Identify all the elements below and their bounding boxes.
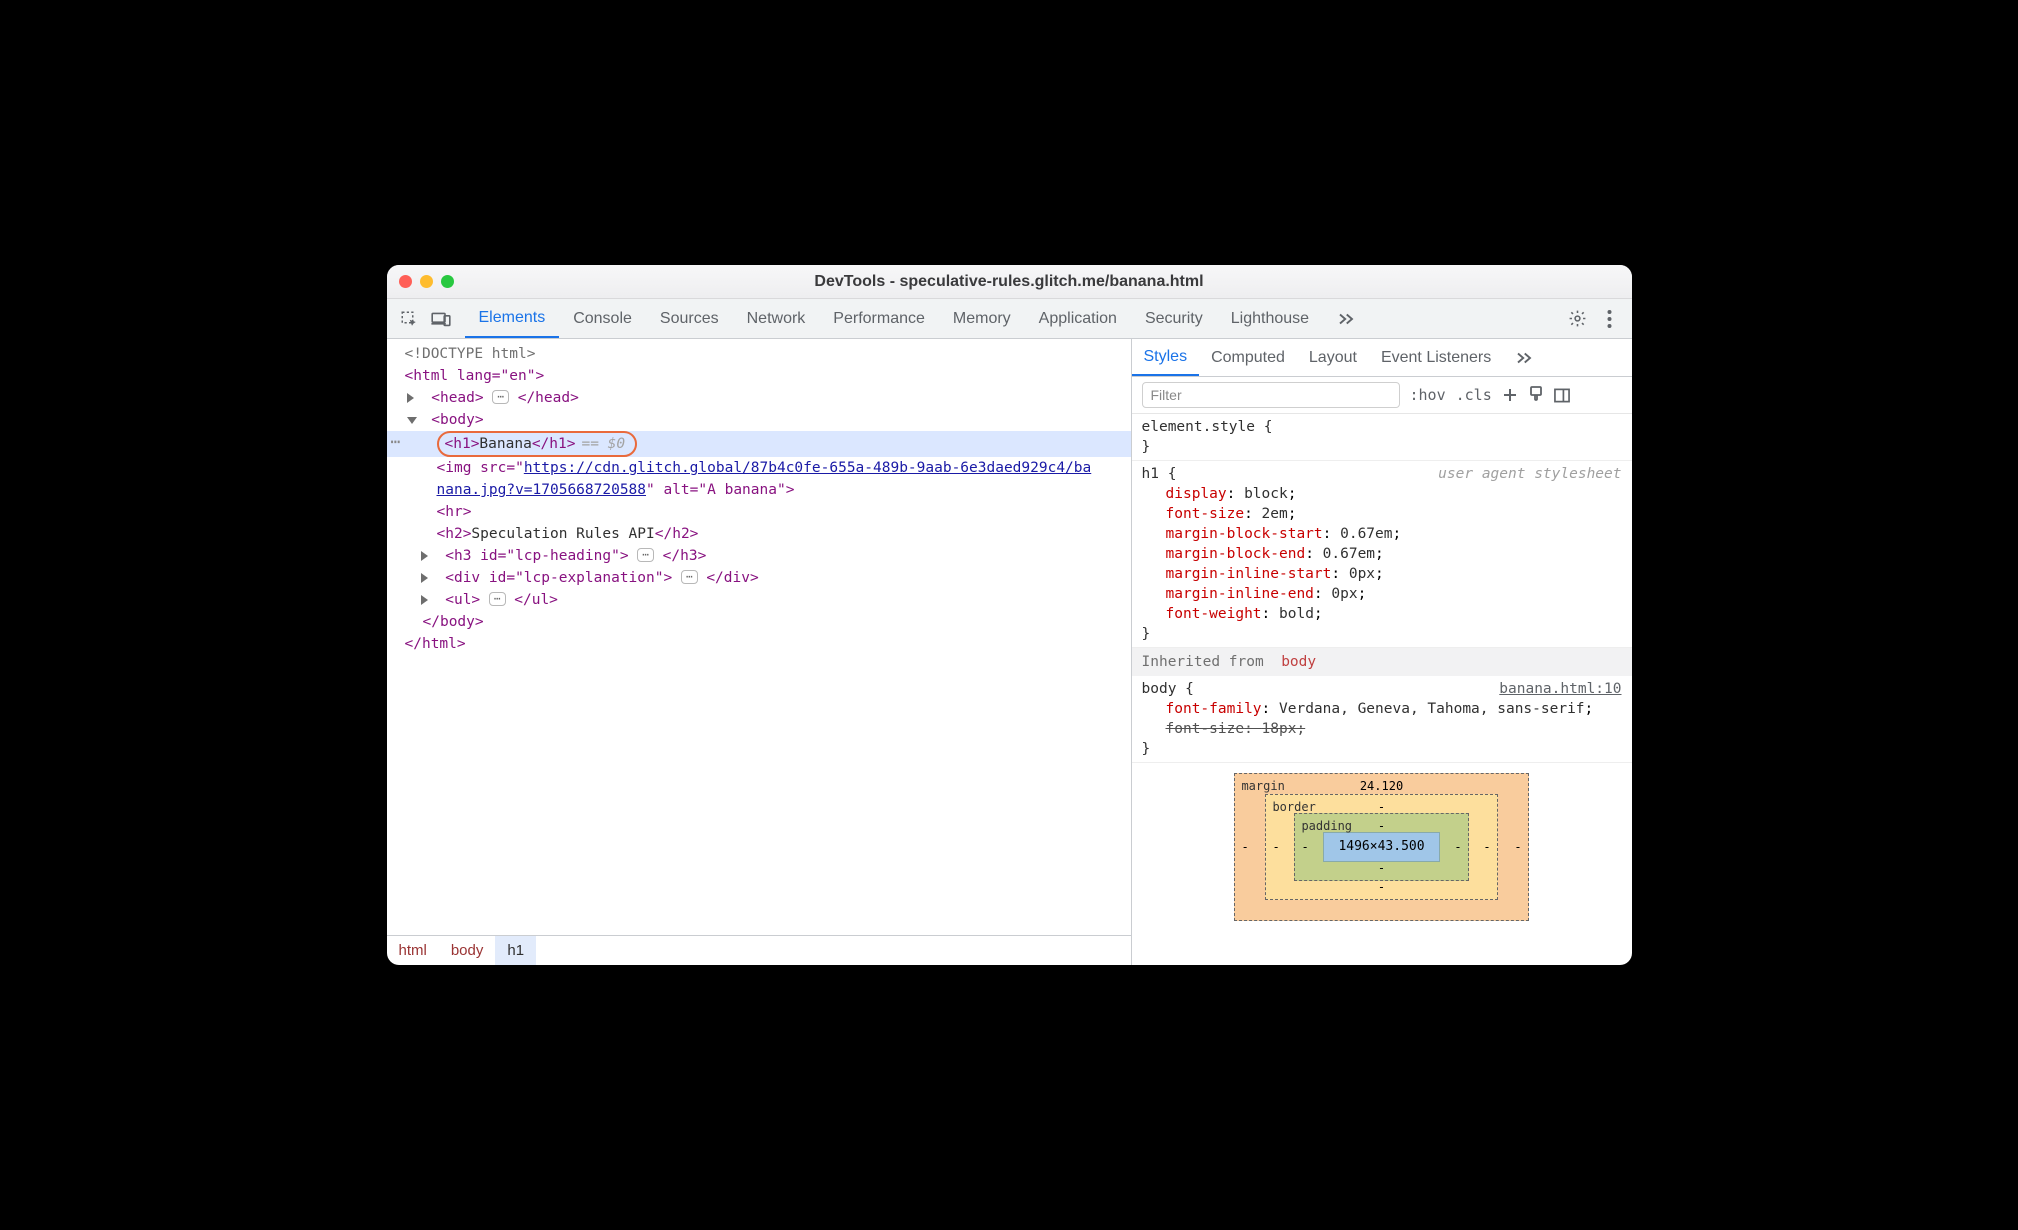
tab-overflow-icon[interactable] [1323, 299, 1369, 338]
main-toolbar: Elements Console Sources Network Perform… [387, 299, 1632, 339]
ellipsis-icon[interactable]: ⋯ [681, 570, 698, 584]
breadcrumb: html body h1 [387, 935, 1131, 965]
side-tab-styles[interactable]: Styles [1132, 339, 1200, 376]
hr-node[interactable]: <hr> [437, 504, 472, 520]
window-title: DevTools - speculative-rules.glitch.me/b… [387, 273, 1632, 291]
tab-lighthouse[interactable]: Lighthouse [1217, 299, 1323, 338]
minimize-window-button[interactable] [420, 275, 433, 288]
toggle-computed-sidebar-icon[interactable] [1554, 387, 1570, 403]
styles-rules: element.style { } user agent stylesheet … [1132, 414, 1632, 965]
tab-sources[interactable]: Sources [646, 299, 733, 338]
cls-toggle[interactable]: .cls [1456, 386, 1492, 404]
ellipsis-icon[interactable]: ⋯ [489, 592, 506, 606]
crumb-h1[interactable]: h1 [495, 936, 536, 965]
styles-filter-input[interactable]: Filter [1142, 382, 1400, 408]
ua-stylesheet-label: user agent stylesheet [1438, 464, 1621, 484]
main-tabs: Elements Console Sources Network Perform… [465, 299, 1370, 338]
device-toolbar-icon[interactable] [427, 305, 455, 333]
img-src-url[interactable]: https://cdn.glitch.global/87b4c0fe-655a-… [524, 460, 1091, 476]
side-tab-event-listeners[interactable]: Event Listeners [1369, 339, 1503, 376]
ellipsis-icon[interactable]: ⋯ [637, 548, 654, 562]
hov-toggle[interactable]: :hov [1410, 386, 1446, 404]
dom-tree[interactable]: <!DOCTYPE html> <html lang="en"> <head> … [387, 339, 1131, 935]
box-model[interactable]: margin 24.120 - - border - - - - padding [1132, 763, 1632, 931]
close-window-button[interactable] [399, 275, 412, 288]
maximize-window-button[interactable] [441, 275, 454, 288]
body-node[interactable]: <body> [431, 412, 483, 428]
crumb-html[interactable]: html [387, 936, 439, 965]
side-tabs: Styles Computed Layout Event Listeners [1132, 339, 1632, 377]
node-actions-icon[interactable]: ⋯ [391, 431, 402, 453]
paint-brush-icon[interactable] [1528, 387, 1544, 403]
head-node[interactable]: <head> [431, 390, 483, 406]
settings-gear-icon[interactable] [1564, 305, 1592, 333]
html-open[interactable]: <html lang="en"> [405, 368, 545, 384]
new-style-rule-icon[interactable] [1502, 387, 1518, 403]
side-tab-overflow-icon[interactable] [1503, 339, 1545, 376]
titlebar: DevTools - speculative-rules.glitch.me/b… [387, 265, 1632, 299]
selected-node-row[interactable]: ⋯ <h1>Banana</h1>== $0 [387, 431, 1131, 457]
tab-console[interactable]: Console [559, 299, 646, 338]
elements-panel: <!DOCTYPE html> <html lang="en"> <head> … [387, 339, 1132, 965]
ul-node[interactable]: <ul> [445, 592, 480, 608]
ellipsis-icon[interactable]: ⋯ [492, 390, 509, 404]
devtools-window: DevTools - speculative-rules.glitch.me/b… [387, 265, 1632, 965]
h3-node[interactable]: <h3 id="lcp-heading"> [445, 548, 628, 564]
h1-rule[interactable]: user agent stylesheet h1 { display: bloc… [1132, 461, 1632, 648]
side-tab-computed[interactable]: Computed [1199, 339, 1297, 376]
source-link[interactable]: banana.html:10 [1499, 679, 1621, 699]
traffic-lights [399, 275, 454, 288]
tab-application[interactable]: Application [1025, 299, 1131, 338]
crumb-body[interactable]: body [439, 936, 496, 965]
body-rule[interactable]: banana.html:10 body { font-family: Verda… [1132, 676, 1632, 763]
side-tab-layout[interactable]: Layout [1297, 339, 1369, 376]
main-split: <!DOCTYPE html> <html lang="en"> <head> … [387, 339, 1632, 965]
div-node[interactable]: <div id="lcp-explanation"> [445, 570, 672, 586]
styles-filter-row: Filter :hov .cls [1132, 377, 1632, 414]
inherited-from-bar: Inherited from body [1132, 648, 1632, 676]
console-var: == $0 [581, 436, 625, 452]
tab-memory[interactable]: Memory [939, 299, 1025, 338]
element-style-rule[interactable]: element.style { } [1132, 414, 1632, 461]
more-menu-icon[interactable] [1596, 305, 1624, 333]
tab-network[interactable]: Network [733, 299, 820, 338]
inspect-icon[interactable] [395, 305, 423, 333]
tab-performance[interactable]: Performance [819, 299, 939, 338]
styles-panel: Styles Computed Layout Event Listeners F… [1132, 339, 1632, 965]
tab-elements[interactable]: Elements [465, 299, 560, 338]
tab-security[interactable]: Security [1131, 299, 1217, 338]
doctype: <!DOCTYPE html> [405, 346, 536, 362]
